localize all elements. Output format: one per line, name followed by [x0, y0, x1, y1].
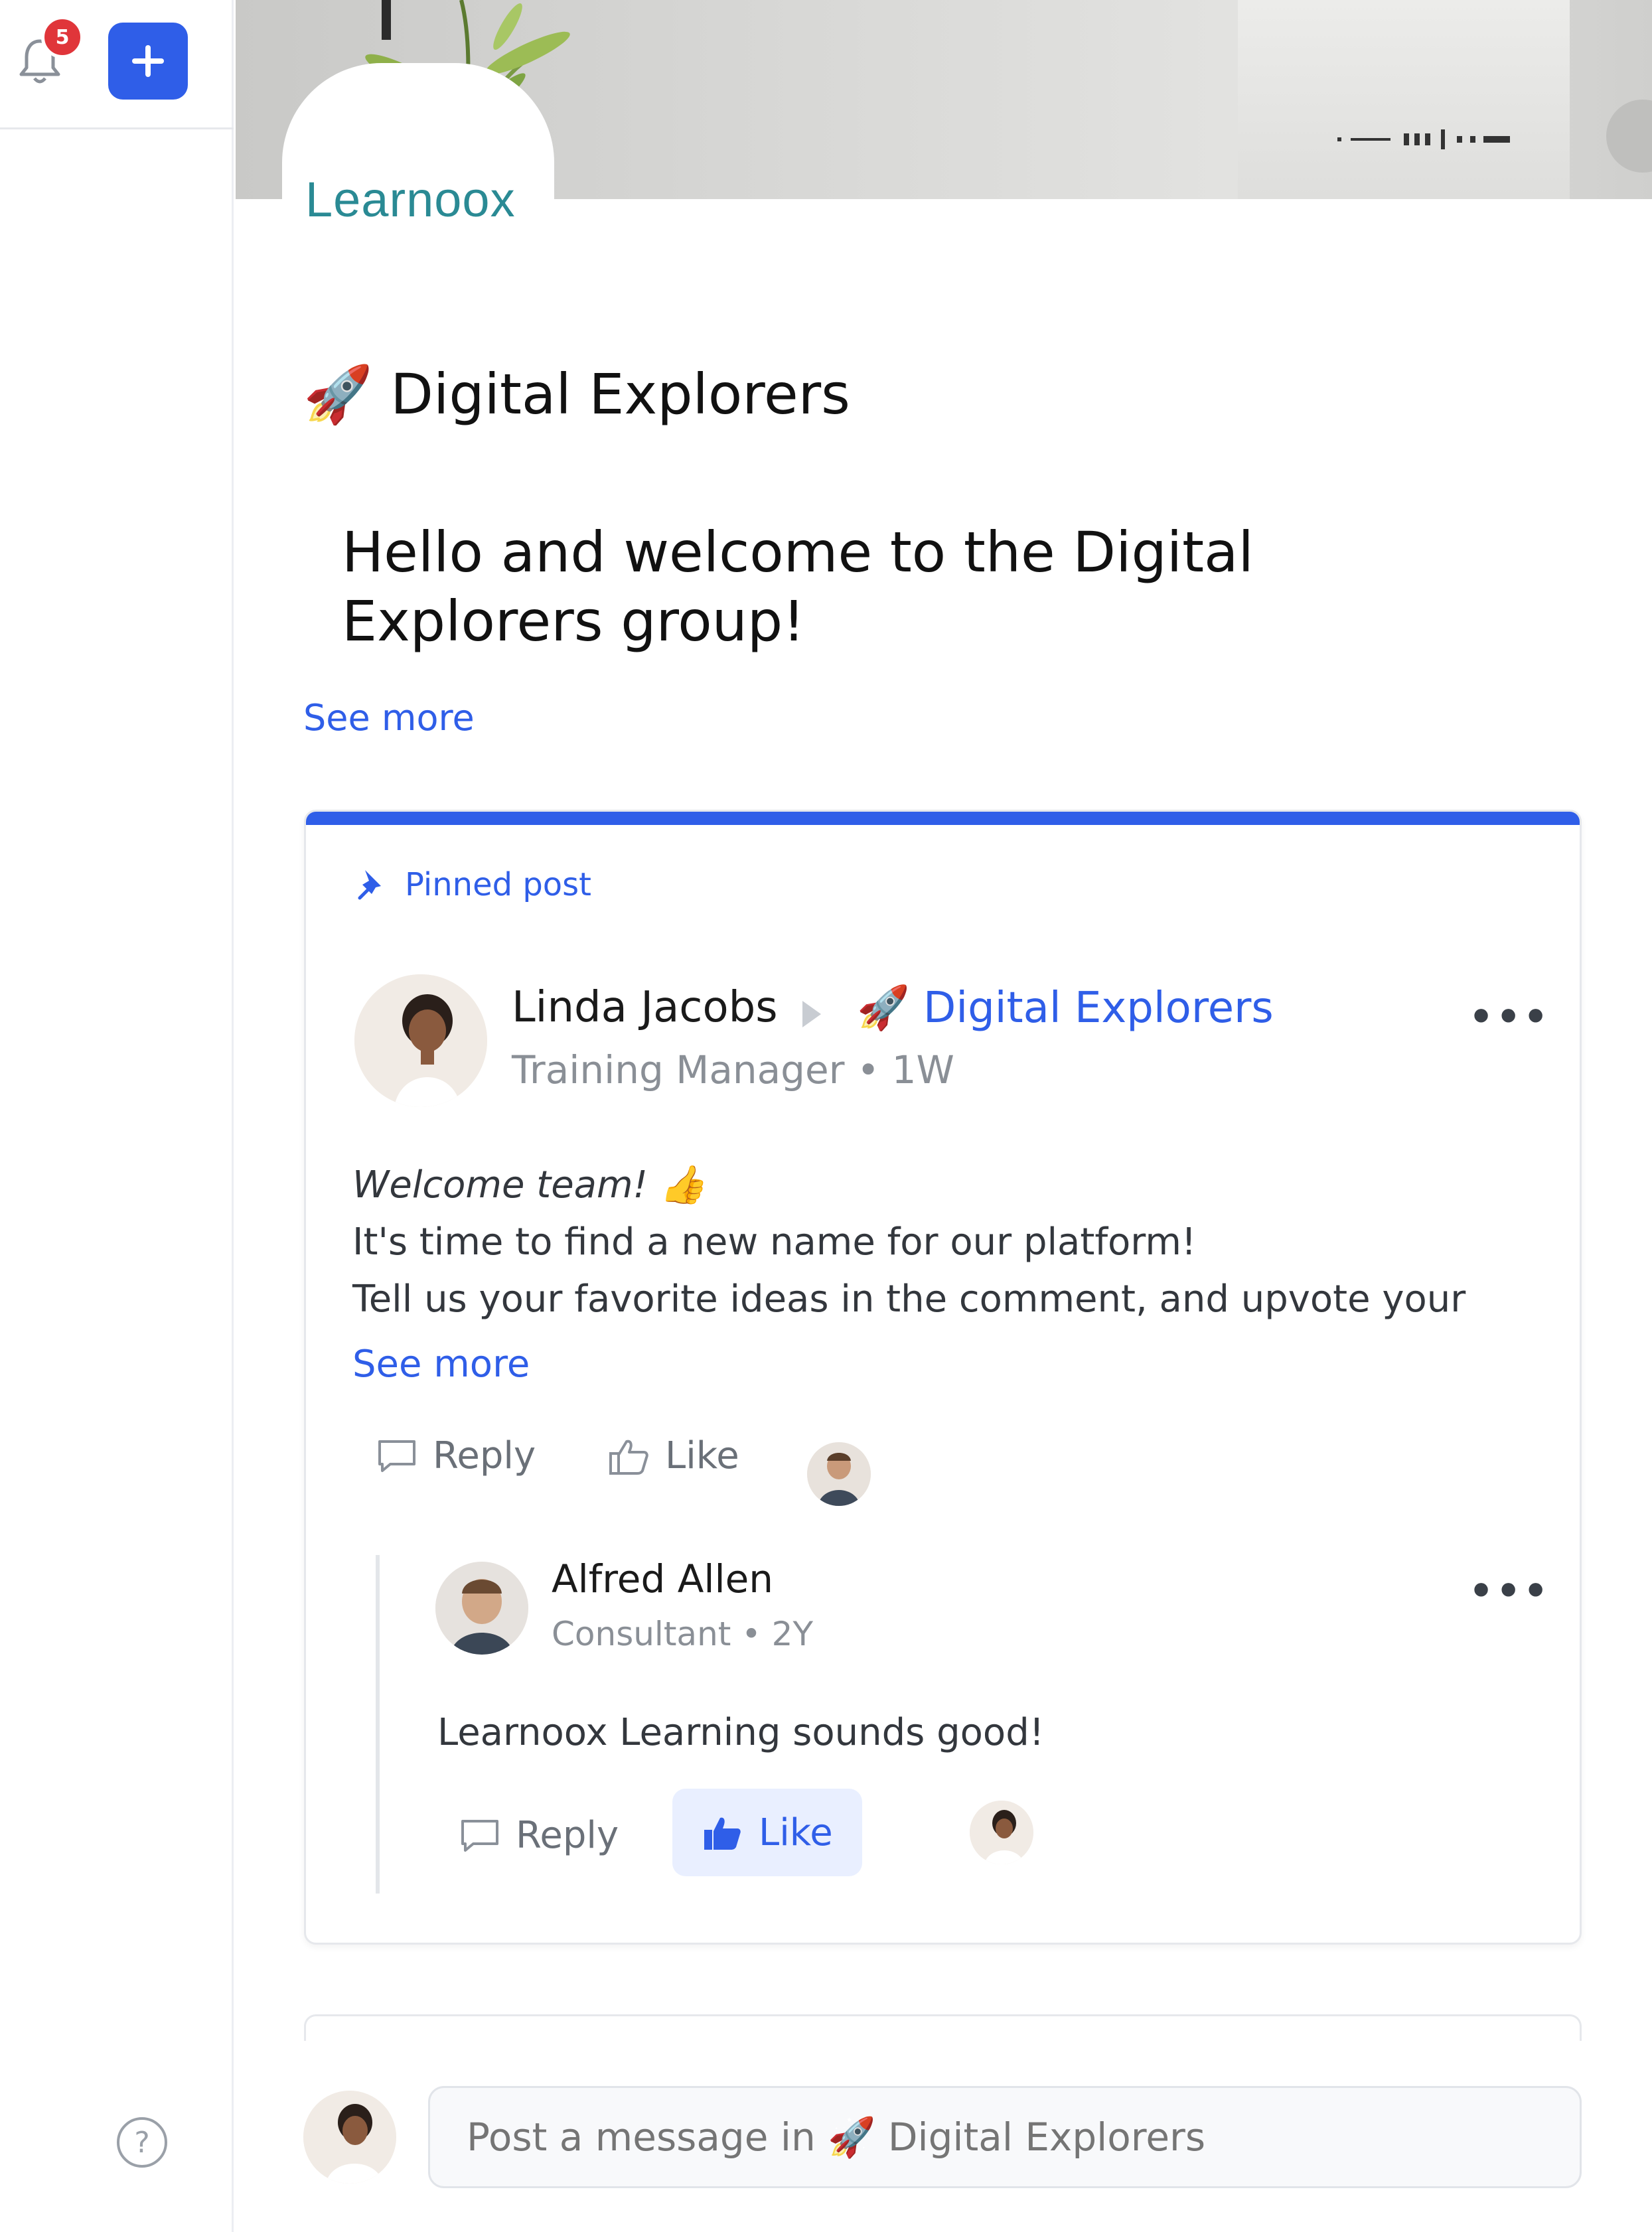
comment-icon — [461, 1819, 498, 1852]
plus-icon — [132, 45, 164, 77]
group-title: 🚀 Digital Explorers — [303, 362, 850, 427]
card-accent-bar — [306, 812, 1580, 825]
author-avatar[interactable] — [354, 974, 487, 1107]
next-post-card — [304, 2014, 1582, 2041]
current-user-avatar[interactable] — [303, 2091, 396, 2184]
reply-author-avatar[interactable] — [435, 1562, 528, 1655]
reply-liker-avatar[interactable] — [970, 1801, 1033, 1864]
author-group-link[interactable]: 🚀 Digital Explorers — [857, 983, 1274, 1033]
arrow-right-icon — [802, 1001, 821, 1027]
like-label: Like — [665, 1434, 739, 1477]
liker-avatar[interactable] — [807, 1442, 871, 1506]
author-name[interactable]: Linda Jacobs — [512, 983, 778, 1032]
reply-time: 2Y — [771, 1615, 814, 1653]
meta-separator: • — [741, 1615, 772, 1653]
comment-icon — [378, 1440, 415, 1472]
post-like-button[interactable]: Like — [608, 1434, 739, 1477]
like-label: Like — [759, 1811, 833, 1854]
author-meta: Training Manager • 1W — [512, 1047, 954, 1092]
logo-tab — [282, 63, 554, 275]
reply-text: Learnoox Learning sounds good! — [437, 1711, 1045, 1754]
author-role: Training Manager — [512, 1047, 845, 1092]
pinned-label: Pinned post — [356, 866, 591, 903]
lamp-image — [1606, 100, 1652, 173]
pinned-post-card: Pinned post Linda Jacobs 🚀 Digital Explo… — [304, 810, 1582, 1945]
speaker-image — [1337, 129, 1510, 149]
left-rail: 5 ? — [0, 0, 234, 2232]
post-body-line: Welcome team! 👍 — [352, 1163, 706, 1207]
wall-panel-image — [1238, 0, 1570, 199]
thumbs-up-filled-icon — [704, 1817, 741, 1850]
reply-thread-line — [376, 1555, 380, 1894]
post-see-more-link[interactable]: See more — [352, 1343, 530, 1386]
post-time: 1W — [891, 1047, 954, 1092]
reply-reply-button[interactable]: Reply — [459, 1814, 619, 1857]
reply-author-name[interactable]: Alfred Allen — [552, 1556, 773, 1601]
post-body: Welcome team! 👍 It's time to find a new … — [352, 1157, 1560, 1328]
notification-badge: 5 — [41, 16, 84, 58]
rocket-icon: 🚀 — [303, 362, 373, 427]
group-see-more-link[interactable]: See more — [303, 697, 475, 739]
reply-meta: Consultant • 2Y — [552, 1615, 813, 1653]
reply-like-button[interactable]: Like — [672, 1789, 862, 1876]
post-reply-button[interactable]: Reply — [376, 1434, 536, 1477]
reply-label: Reply — [516, 1814, 619, 1857]
learnoox-logo: Learnoox — [305, 172, 516, 227]
post-message-input[interactable] — [428, 2086, 1582, 2188]
meta-separator: • — [856, 1047, 892, 1092]
reply-more-options-icon[interactable]: ••• — [1469, 1568, 1550, 1613]
group-title-text: Digital Explorers — [390, 362, 850, 427]
reply-role: Consultant — [552, 1615, 731, 1653]
pinned-label-text: Pinned post — [405, 866, 591, 903]
group-welcome-text: Hello and welcome to the Digital Explore… — [342, 520, 1254, 654]
post-body-line: It's time to find a new name for our pla… — [352, 1221, 1197, 1264]
add-button[interactable] — [108, 23, 188, 100]
pin-icon — [358, 870, 381, 900]
rail-header: 5 — [0, 0, 234, 129]
thumbs-up-icon — [609, 1440, 648, 1475]
post-more-options-icon[interactable]: ••• — [1469, 994, 1550, 1039]
help-icon[interactable]: ? — [117, 2117, 167, 2168]
message-composer — [236, 2041, 1652, 2232]
post-body-line: Tell us your favorite ideas in the comme… — [352, 1278, 1466, 1321]
reply-label: Reply — [433, 1434, 536, 1477]
